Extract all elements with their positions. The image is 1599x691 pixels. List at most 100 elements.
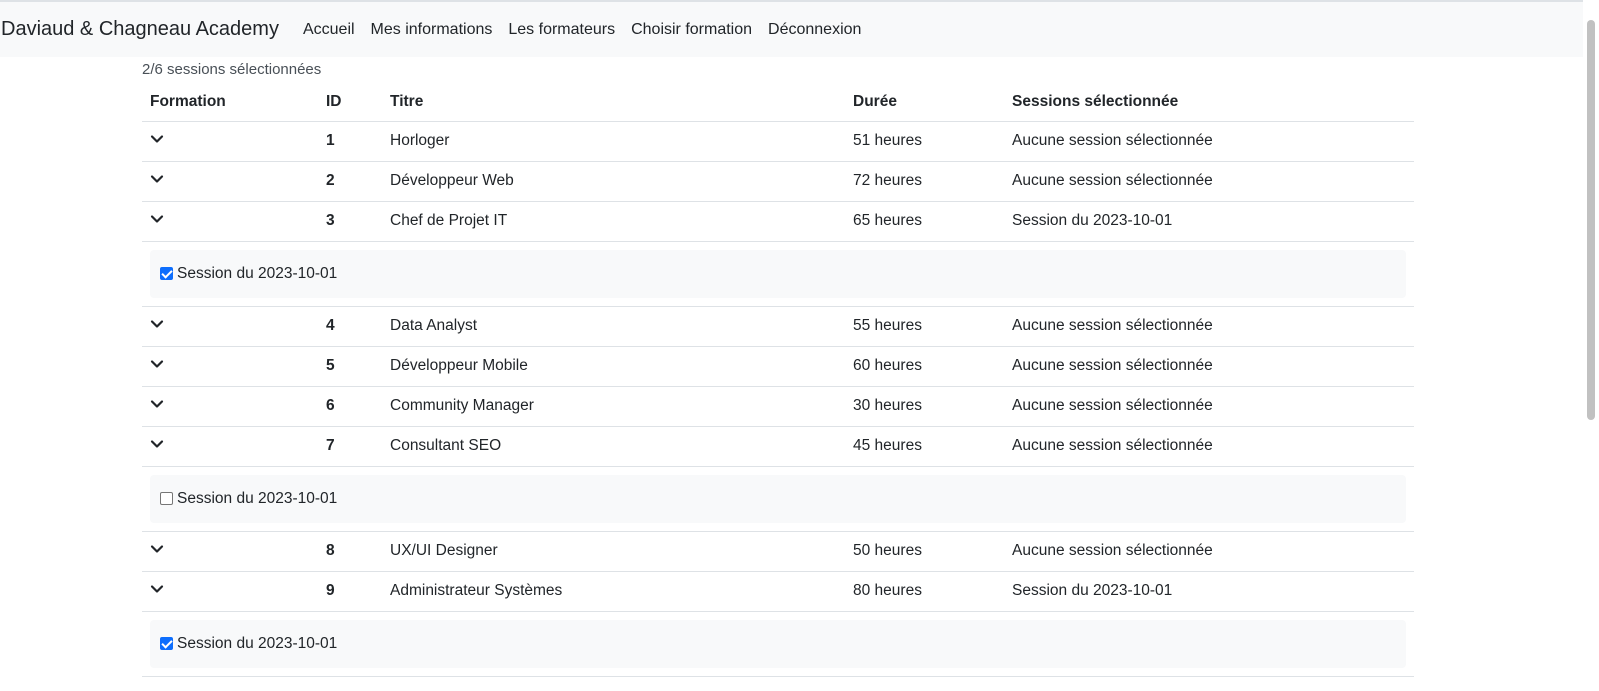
table-row: 4 Data Analyst 55 heures Aucune session sél… xyxy=(142,306,1414,347)
formation-sessions: Aucune session sélectionnée xyxy=(1004,346,1414,387)
formation-duree: 72 heures xyxy=(845,161,1004,202)
formation-titre: UX/UI Designer xyxy=(382,531,845,572)
formation-duree: 60 heures xyxy=(845,346,1004,387)
chevron-down-icon[interactable] xyxy=(150,357,164,371)
formation-cell xyxy=(142,121,318,162)
formation-sessions: Aucune session sélectionnée xyxy=(1004,426,1414,467)
formation-id: 3 xyxy=(318,201,382,242)
session-detail-panel: Session du 2023-10-01 xyxy=(150,474,1406,523)
formation-titre: Chef de Projet IT xyxy=(382,201,845,242)
header-id: ID xyxy=(318,83,382,122)
formation-cell xyxy=(142,201,318,242)
formation-titre: Développeur Web xyxy=(382,161,845,202)
table-body: 1 Horloger 51 heures Aucune session sélecti… xyxy=(142,121,1414,677)
formation-id: 1 xyxy=(318,121,382,162)
session-checkbox[interactable] xyxy=(160,637,173,650)
session-checkbox[interactable] xyxy=(160,492,173,505)
brand-logo-text[interactable]: Daviaud & Chagneau Academy xyxy=(0,18,279,41)
formation-duree: 30 heures xyxy=(845,386,1004,427)
table-row: 2 Développeur Web 72 heures Aucune session … xyxy=(142,161,1414,202)
chevron-down-icon[interactable] xyxy=(150,397,164,411)
chevron-down-icon[interactable] xyxy=(150,317,164,331)
table-header-row: Formation ID Titre Durée Sessions sélect… xyxy=(142,83,1414,122)
session-detail-panel: Session du 2023-10-01 xyxy=(150,619,1406,668)
chevron-down-icon[interactable] xyxy=(150,437,164,451)
formation-sessions: Aucune session sélectionnée xyxy=(1004,531,1414,572)
formation-id: 4 xyxy=(318,306,382,347)
table-row: 6 Community Manager 30 heures Aucune sessio… xyxy=(142,386,1414,427)
formation-sessions: Aucune session sélectionnée xyxy=(1004,121,1414,162)
formation-duree: 80 heures xyxy=(845,571,1004,612)
chevron-down-icon[interactable] xyxy=(150,582,164,596)
table-row: 1 Horloger 51 heures Aucune session sélecti… xyxy=(142,121,1414,162)
table-row: 9 Administrateur Systèmes 80 heures Session… xyxy=(142,571,1414,612)
formation-titre: Consultant SEO xyxy=(382,426,845,467)
formation-duree: 55 heures xyxy=(845,306,1004,347)
session-detail-row: Session du 2023-10-01 xyxy=(142,466,1414,532)
formation-id: 5 xyxy=(318,346,382,387)
formation-duree: 45 heures xyxy=(845,426,1004,467)
formations-table: Formation ID Titre Durée Sessions sélect… xyxy=(142,83,1414,677)
formation-cell xyxy=(142,346,318,387)
formation-sessions: Session du 2023-10-01 xyxy=(1004,201,1414,242)
chevron-down-icon[interactable] xyxy=(150,542,164,556)
formation-duree: 51 heures xyxy=(845,121,1004,162)
formation-cell xyxy=(142,571,318,612)
formation-cell xyxy=(142,161,318,202)
formation-id: 6 xyxy=(318,386,382,427)
session-detail-panel: Session du 2023-10-01 xyxy=(150,249,1406,298)
header-titre: Titre xyxy=(382,83,845,122)
formation-id: 9 xyxy=(318,571,382,612)
header-formation: Formation xyxy=(142,83,318,122)
nav-link-les-formateurs[interactable]: Les formateurs xyxy=(508,21,615,39)
formation-titre: Horloger xyxy=(382,121,845,162)
header-duree: Durée xyxy=(845,83,1004,122)
table-row: 5 Développeur Mobile 60 heures Aucune sessi… xyxy=(142,346,1414,387)
formation-cell xyxy=(142,306,318,347)
formation-cell xyxy=(142,426,318,467)
formation-titre: Community Manager xyxy=(382,386,845,427)
session-checkbox[interactable] xyxy=(160,267,173,280)
session-label[interactable]: Session du 2023-10-01 xyxy=(177,635,337,653)
session-detail-row: Session du 2023-10-01 xyxy=(142,241,1414,307)
session-detail-cell: Session du 2023-10-01 xyxy=(142,241,1414,307)
nav-link-accueil[interactable]: Accueil xyxy=(303,21,355,39)
chevron-down-icon[interactable] xyxy=(150,132,164,146)
formation-duree: 65 heures xyxy=(845,201,1004,242)
navbar: Daviaud & Chagneau Academy Accueil Mes i… xyxy=(0,2,1583,57)
session-option[interactable]: Session du 2023-10-01 xyxy=(160,635,337,653)
formation-id: 8 xyxy=(318,531,382,572)
formation-titre: Data Analyst xyxy=(382,306,845,347)
chevron-down-icon[interactable] xyxy=(150,212,164,226)
formation-sessions: Aucune session sélectionnée xyxy=(1004,306,1414,347)
formation-cell xyxy=(142,531,318,572)
formation-id: 2 xyxy=(318,161,382,202)
chevron-down-icon[interactable] xyxy=(150,172,164,186)
table-row: 7 Consultant SEO 45 heures Aucune session s… xyxy=(142,426,1414,467)
selected-sessions-count: 2/6 sessions sélectionnées xyxy=(142,61,322,78)
formation-titre: Développeur Mobile xyxy=(382,346,845,387)
session-label[interactable]: Session du 2023-10-01 xyxy=(177,265,337,283)
table-row: 3 Chef de Projet IT 65 heures Session du 20… xyxy=(142,201,1414,242)
session-detail-row: Session du 2023-10-01 xyxy=(142,611,1414,677)
session-option[interactable]: Session du 2023-10-01 xyxy=(160,265,337,283)
formation-cell xyxy=(142,386,318,427)
table-row: 8 UX/UI Designer 50 heures Aucune session s… xyxy=(142,531,1414,572)
formation-sessions: Session du 2023-10-01 xyxy=(1004,571,1414,612)
formation-id: 7 xyxy=(318,426,382,467)
formation-duree: 50 heures xyxy=(845,531,1004,572)
session-detail-cell: Session du 2023-10-01 xyxy=(142,466,1414,532)
nav-link-mes-informations[interactable]: Mes informations xyxy=(371,21,493,39)
scrollbar[interactable] xyxy=(1583,0,1599,691)
main-content: 2/6 sessions sélectionnées Formation ID … xyxy=(142,57,1414,677)
formation-sessions: Aucune session sélectionnée xyxy=(1004,161,1414,202)
nav-link-deconnexion[interactable]: Déconnexion xyxy=(768,21,861,39)
formation-sessions: Aucune session sélectionnée xyxy=(1004,386,1414,427)
session-detail-cell: Session du 2023-10-01 xyxy=(142,611,1414,677)
session-option[interactable]: Session du 2023-10-01 xyxy=(160,490,337,508)
scrollbar-thumb[interactable] xyxy=(1587,20,1595,420)
nav-link-choisir-formation[interactable]: Choisir formation xyxy=(631,21,752,39)
formation-titre: Administrateur Systèmes xyxy=(382,571,845,612)
session-label[interactable]: Session du 2023-10-01 xyxy=(177,490,337,508)
header-sessions: Sessions sélectionnée xyxy=(1004,83,1414,122)
